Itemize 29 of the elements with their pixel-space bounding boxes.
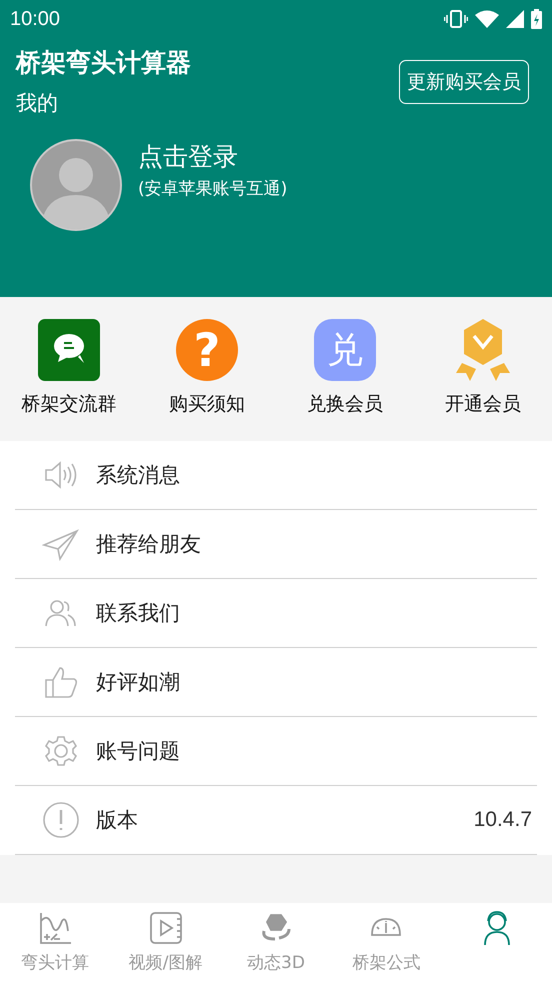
quick-action[interactable]: ? 购买须知 [138,319,276,417]
menu-item[interactable]: 好评如潮 [15,648,537,717]
curve-chart-icon [38,911,72,945]
login-link[interactable]: 点击登录 [138,140,288,173]
quick-action[interactable]: 开通会员 [414,319,552,417]
page-subtitle: 我的 [16,90,59,117]
status-time: 10:00 [10,8,60,30]
menu-item[interactable]: 版本 10.4.7 [15,786,537,855]
video-play-icon [148,911,183,945]
redeem-icon: 兑 [314,319,376,381]
quick-action[interactable]: 桥架交流群 [0,319,138,417]
app-title: 桥架弯头计算器 [16,47,191,79]
version-number: 10.4.7 [474,808,532,832]
menu-item[interactable]: 系统消息 [15,441,537,510]
signal-icon [506,10,524,28]
exclamation-icon [42,801,80,839]
chat-icon [38,319,100,381]
account-note: (安卓苹果账号互通) [138,178,288,200]
menu-item[interactable]: 联系我们 [15,579,537,648]
medal-icon [454,319,512,381]
menu-item[interactable]: 推荐给朋友 [15,510,537,579]
battery-icon [531,9,542,29]
menu-item[interactable]: 账号问题 [15,717,537,786]
question-icon: ? [176,319,238,381]
wifi-icon [475,10,499,28]
vibrate-icon [444,10,468,28]
avatar-icon[interactable] [30,139,122,231]
renew-membership-button[interactable]: 更新购买会员 [399,60,529,104]
quick-action[interactable]: 兑 兑换会员 [276,319,414,417]
